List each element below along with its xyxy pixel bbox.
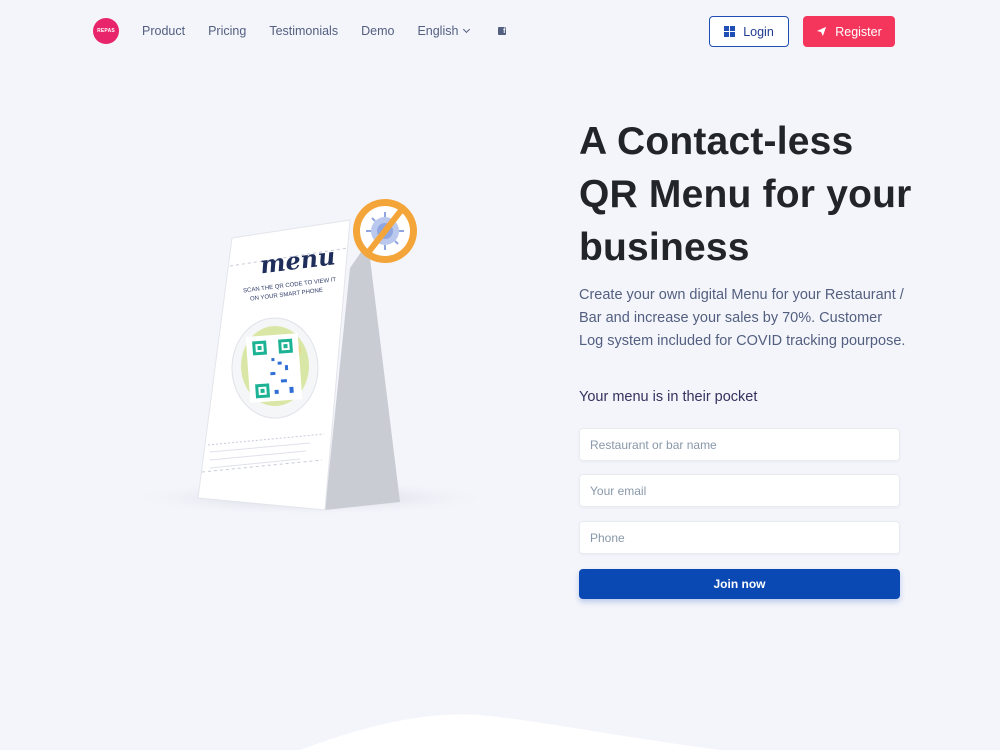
register-label: Register: [835, 24, 882, 39]
nav-link-testimonials[interactable]: Testimonials: [269, 24, 338, 38]
hero-headline: A Contact-less QR Menu for your business: [579, 120, 912, 269]
email-input[interactable]: [579, 474, 900, 507]
restaurant-name-input[interactable]: [579, 428, 900, 461]
bottom-wave-divider: [300, 714, 720, 750]
brand-logo[interactable]: REPAS: [93, 18, 119, 44]
paper-plane-icon: [817, 26, 827, 37]
no-virus-icon: [353, 199, 417, 263]
phone-input[interactable]: [579, 521, 900, 554]
nav-links: Product Pricing Testimonials Demo Englis…: [142, 24, 507, 38]
nav-link-pricing[interactable]: Pricing: [208, 24, 246, 38]
top-navbar: REPAS Product Pricing Testimonials Demo …: [0, 0, 1000, 64]
login-button[interactable]: Login: [709, 16, 789, 47]
hero-tagline: Your menu is in their pocket: [579, 389, 758, 405]
nav-link-demo[interactable]: Demo: [361, 24, 394, 38]
hero-description: Create your own digital Menu for your Re…: [579, 287, 906, 349]
login-label: Login: [743, 24, 774, 39]
join-now-button[interactable]: Join now: [579, 569, 900, 599]
register-button[interactable]: Register: [803, 16, 895, 47]
table-tent-menu-illustration: menu SCAN THE QR CODE TO VIEW IT ON YOUR…: [120, 199, 500, 516]
grid-icon: [724, 26, 736, 37]
language-dropdown[interactable]: English: [417, 24, 471, 38]
nav-link-product[interactable]: Product: [142, 24, 185, 38]
language-label: English: [417, 24, 459, 38]
chevron-down-icon: [463, 25, 471, 34]
facebook-icon[interactable]: f: [498, 27, 507, 35]
brand-logo-text: REPAS: [97, 28, 115, 34]
